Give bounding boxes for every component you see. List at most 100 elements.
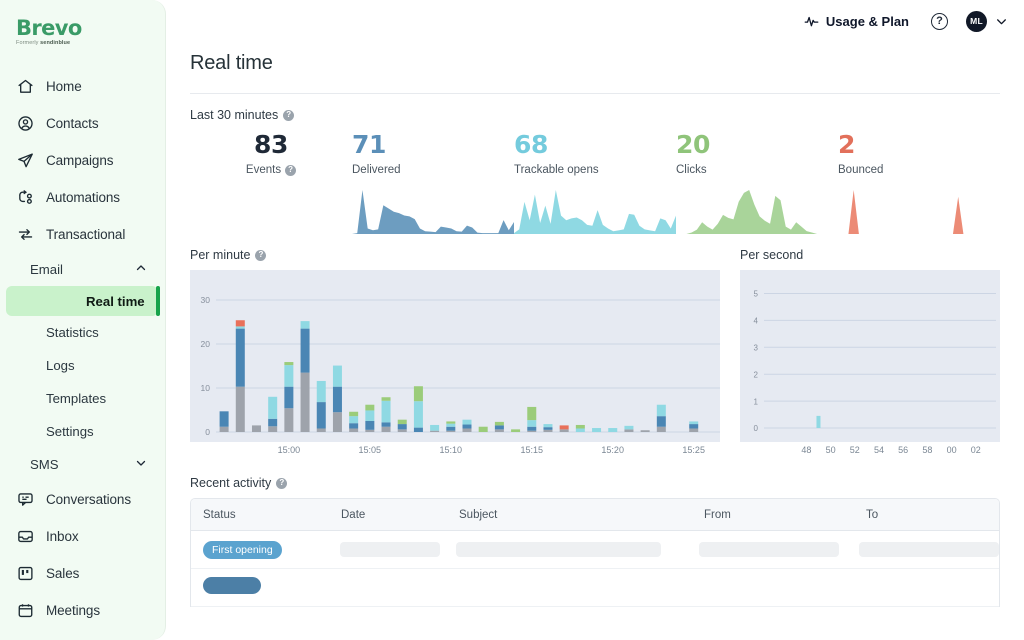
x-tick-label: 15:00 xyxy=(277,445,301,455)
chart-per-minute-title-wrap: Per minute ? xyxy=(190,248,720,262)
metrics-row: 83 Events ? 71 Delivered 68 Trackable op xyxy=(166,128,1024,234)
sidebar-item-label: Home xyxy=(46,79,82,94)
per-second-plot: 0 1 2 3 4 5 xyxy=(740,270,1000,442)
column-header-to: To xyxy=(866,508,879,521)
column-header-date: Date xyxy=(341,508,366,521)
sidebar-item-calls[interactable]: Calls xyxy=(0,629,165,640)
sidebar-group-email[interactable]: Email xyxy=(0,253,165,286)
main-content: Usage & Plan ? ML Real time Last 30 minu… xyxy=(166,0,1024,640)
sidebar-item-inbox[interactable]: Inbox xyxy=(0,518,165,555)
help-icon[interactable]: ? xyxy=(283,109,295,121)
help-glyph: ? xyxy=(286,110,292,119)
sidebar-item-meetings[interactable]: Meetings xyxy=(0,592,165,629)
sparkline-trackable-opens xyxy=(514,188,676,234)
brevo-logo[interactable]: Brevo Formerly sendinblue xyxy=(0,8,165,46)
app-root: Brevo Formerly sendinblue Home Contacts xyxy=(0,0,1024,640)
column-header-from: From xyxy=(704,508,731,521)
recent-activity-title-wrap: Recent activity ? xyxy=(190,476,1000,490)
recent-activity-table: Status Date Subject From To First openin… xyxy=(190,498,1000,607)
per-second-xaxis: 48 50 52 54 56 58 00 02 xyxy=(740,442,1000,460)
sidebar-item-campaigns[interactable]: Campaigns xyxy=(0,142,165,179)
sidebar-item-home[interactable]: Home xyxy=(0,68,165,105)
avatar[interactable]: ML xyxy=(966,10,987,32)
chart-per-minute: Per minute ? 0 10 20 30 15:00 15:05 15:10 15:1… xyxy=(190,248,720,460)
recent-activity-title: Recent activity xyxy=(190,476,272,490)
sidebar-item-transactional[interactable]: Transactional xyxy=(0,216,165,253)
x-tick-label: 02 xyxy=(970,445,981,455)
help-glyph: ? xyxy=(936,15,943,27)
date-cell xyxy=(339,542,457,557)
svg-text:2: 2 xyxy=(754,370,759,379)
sparkline-clicks xyxy=(676,188,838,234)
x-tick-label: 15:10 xyxy=(439,445,463,455)
activity-pulse-icon xyxy=(804,14,819,29)
status-cell: First opening xyxy=(191,540,340,559)
home-icon xyxy=(16,78,34,96)
usage-and-plan-button[interactable]: Usage & Plan xyxy=(804,14,909,29)
help-icon[interactable]: ? xyxy=(255,249,267,261)
x-tick-label: 00 xyxy=(946,445,957,455)
chart-per-second-title: Per second xyxy=(740,248,804,262)
avatar-initials: ML xyxy=(970,16,983,26)
x-tick-label: 58 xyxy=(922,445,933,455)
sidebar-item-automations[interactable]: Automations xyxy=(0,179,165,216)
sidebar-item-label: Transactional xyxy=(46,227,126,242)
svg-text:4: 4 xyxy=(754,317,759,326)
sidebar-item-templates[interactable]: Templates xyxy=(0,382,165,415)
metric-delivered: 71 Delivered xyxy=(352,128,514,234)
metric-label: Clicks xyxy=(676,164,707,176)
column-header-status: Status xyxy=(203,508,236,521)
sidebar-nav: Home Contacts Campaigns Automations Tran… xyxy=(0,68,165,640)
skeleton-placeholder xyxy=(859,542,999,557)
column-header-subject: Subject xyxy=(459,508,498,521)
metric-value: 2 xyxy=(838,130,855,159)
sidebar-item-settings[interactable]: Settings xyxy=(0,415,165,448)
sidebar-item-logs[interactable]: Logs xyxy=(0,349,165,382)
svg-text:0: 0 xyxy=(205,427,210,437)
metric-label: Events xyxy=(245,164,282,176)
contacts-icon xyxy=(16,115,34,133)
metric-label-wrap: Delivered xyxy=(352,164,514,176)
logo-subtitle: Formerly sendinblue xyxy=(16,40,165,46)
logo-text: Brevo xyxy=(16,16,82,40)
help-icon[interactable]: ? xyxy=(276,477,288,489)
meetings-icon xyxy=(16,602,34,620)
x-tick-label: 15:20 xyxy=(601,445,624,455)
last-30-minutes-label: Last 30 minutes xyxy=(190,108,279,122)
table-row[interactable] xyxy=(191,569,999,607)
usage-and-plan-label: Usage & Plan xyxy=(825,13,909,29)
help-icon[interactable]: ? xyxy=(285,164,297,176)
chevron-down-icon[interactable] xyxy=(135,456,147,474)
sidebar-subitem-label: Templates xyxy=(46,391,107,406)
subject-cell xyxy=(456,542,698,557)
per-minute-xaxis: 15:00 15:05 15:10 15:15 15:20 15:25 xyxy=(190,442,720,460)
sidebar-item-statistics[interactable]: Statistics xyxy=(0,316,165,349)
sidebar-item-label: Meetings xyxy=(46,603,100,618)
sidebar-item-label: Conversations xyxy=(46,492,131,507)
sidebar-item-conversations[interactable]: Conversations xyxy=(0,481,165,518)
sidebar-group-sms[interactable]: SMS xyxy=(0,448,165,481)
metric-trackable-opens: 68 Trackable opens xyxy=(514,128,676,234)
sidebar-item-real-time[interactable]: Real time xyxy=(6,286,160,316)
charts-row: Per minute ? 0 10 20 30 15:00 15:05 15:10 15:1… xyxy=(166,248,1024,460)
help-circle-icon[interactable]: ? xyxy=(931,12,948,30)
sidebar-subitem-label: Settings xyxy=(46,424,94,439)
metric-label-wrap: Clicks xyxy=(676,164,838,176)
sidebar-group-email-label: Email xyxy=(30,262,63,277)
sidebar-item-sales[interactable]: Sales xyxy=(0,555,165,592)
sidebar-item-contacts[interactable]: Contacts xyxy=(0,105,165,142)
logo-sub-prefix: Formerly xyxy=(16,40,41,46)
sidebar-group-sms-label: SMS xyxy=(30,457,59,472)
topbar: Usage & Plan ? ML xyxy=(166,0,1024,42)
sidebar-item-label: Automations xyxy=(46,190,120,205)
chevron-down-icon[interactable] xyxy=(995,15,1008,28)
x-tick-label: 15:05 xyxy=(358,445,382,455)
svg-text:5: 5 xyxy=(754,290,759,299)
metric-value: 68 xyxy=(514,130,548,159)
metric-label-wrap: Events ? xyxy=(190,164,352,176)
x-tick-label: 15:15 xyxy=(520,445,544,455)
metric-bounced: 2 Bounced xyxy=(838,128,1000,234)
chevron-up-icon[interactable] xyxy=(135,261,147,279)
svg-text:1: 1 xyxy=(754,397,759,406)
table-row[interactable]: First opening xyxy=(191,531,999,569)
